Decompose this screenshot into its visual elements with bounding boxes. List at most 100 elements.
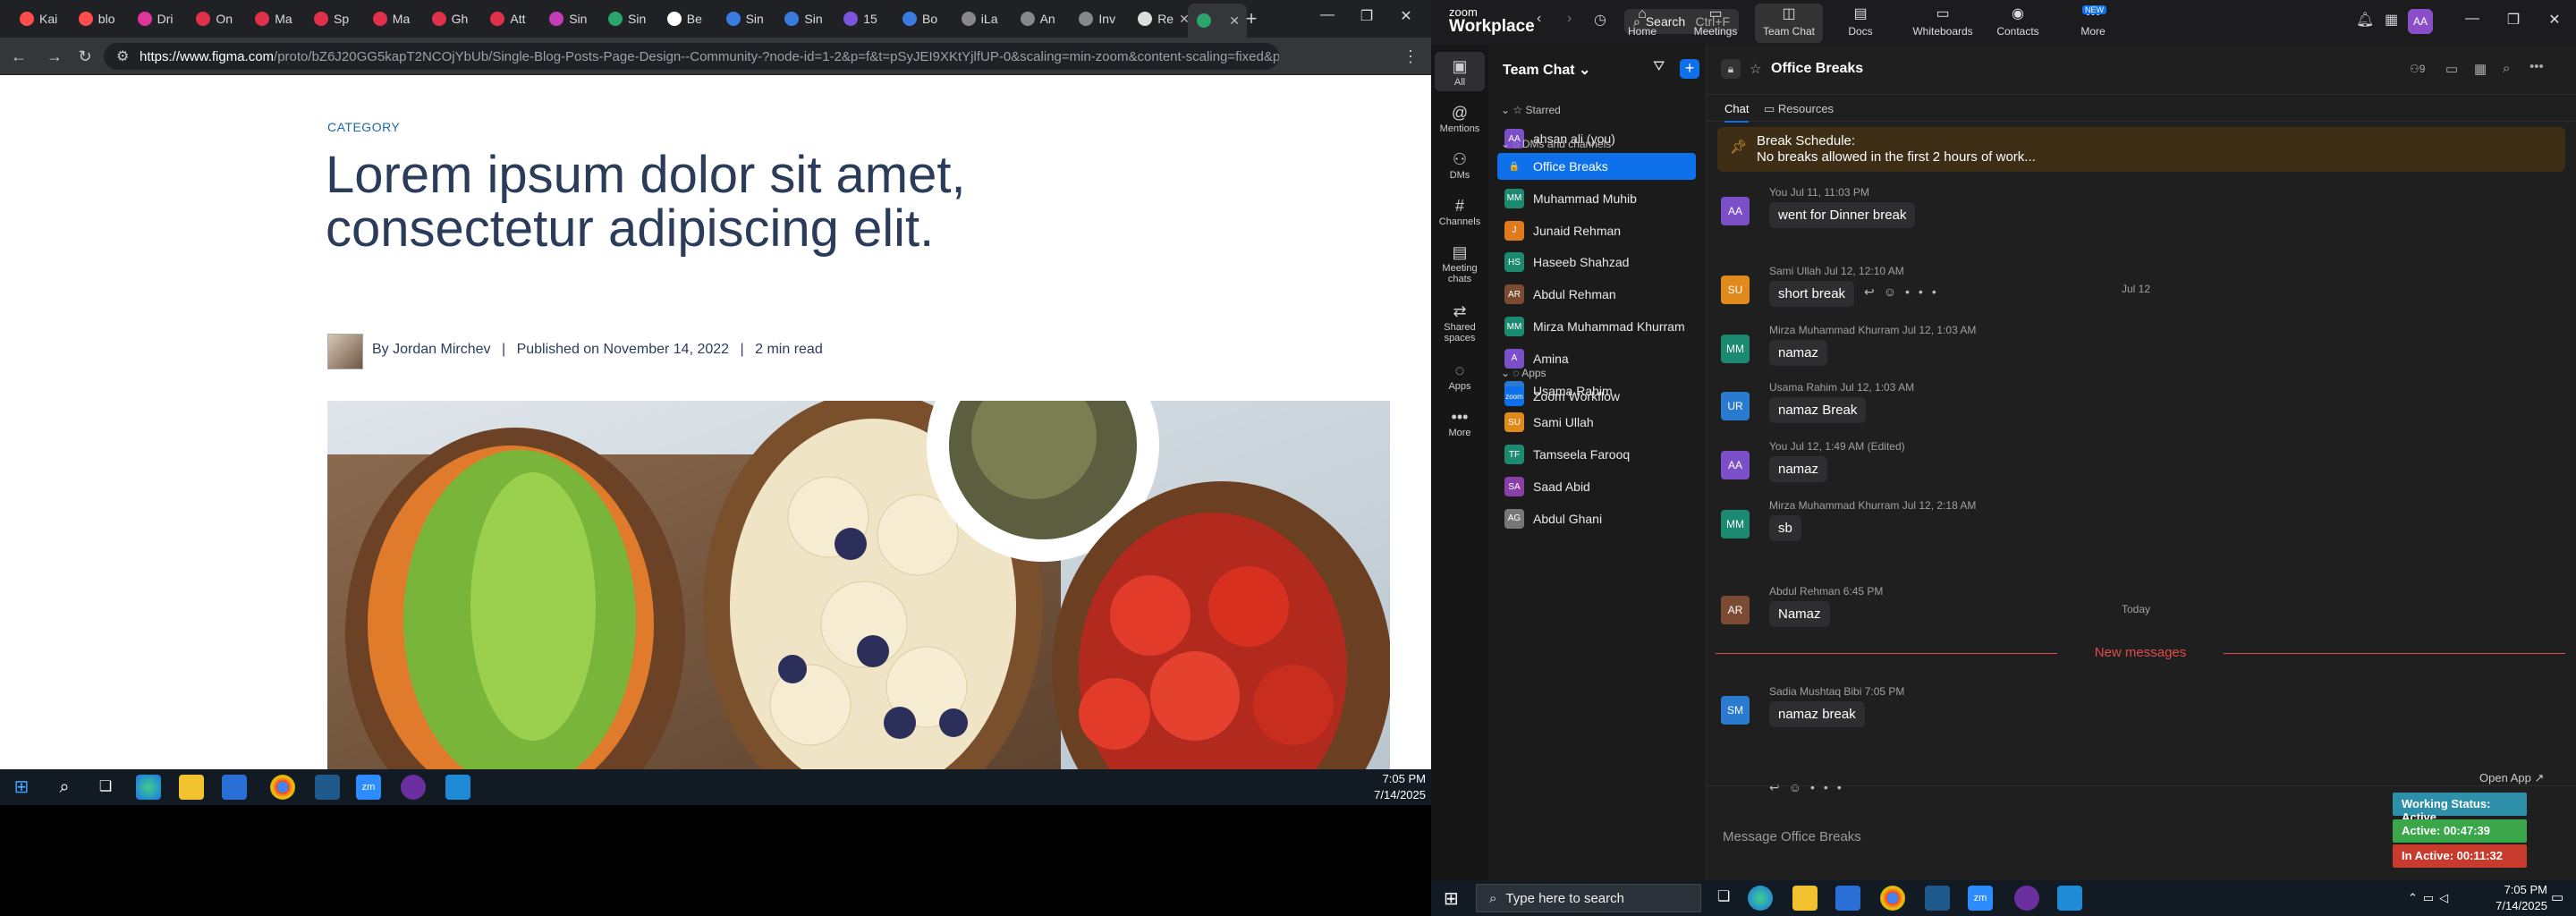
nav-whiteboards[interactable]: ▭ Whiteboards <box>1909 4 1977 43</box>
chrome-icon[interactable] <box>270 775 295 800</box>
browser-tab[interactable]: Sin <box>540 5 599 32</box>
message-text[interactable]: namaz Break <box>1769 397 1867 423</box>
star-icon[interactable]: ☆ <box>1750 61 1761 77</box>
back-icon[interactable]: ← <box>9 47 29 66</box>
browser-tab[interactable]: Ma <box>246 5 305 32</box>
new-chat-button[interactable]: + <box>1680 59 1699 79</box>
compose-placeholder[interactable]: Message Office Breaks <box>1723 829 1861 844</box>
windows-start-icon[interactable]: ⊞ <box>9 775 34 800</box>
dms-section[interactable]: ⌄ ◌ DMs and channels <box>1501 138 1611 150</box>
nav-contacts[interactable]: ◉ Contacts <box>1984 4 2052 43</box>
file-explorer-icon[interactable] <box>179 775 204 800</box>
browser-tab[interactable]: Kai <box>11 5 70 32</box>
bell-icon[interactable]: 🔔︎ <box>2356 11 2374 29</box>
filter-icon[interactable]: ⛛ <box>1653 59 1665 75</box>
browser-tab[interactable]: Inv <box>1070 5 1129 32</box>
chrome-menu-icon[interactable]: ⋮ <box>1401 47 1420 66</box>
chat-item[interactable]: MM Muhammad Muhib <box>1497 185 1696 212</box>
chat-item[interactable]: 🔒 Office Breaks <box>1497 153 1696 180</box>
taskbar-search[interactable]: ⌕ Type here to search <box>1476 884 1701 912</box>
system-tray-icons[interactable]: ⌃▭◁ <box>2408 891 2453 905</box>
browser-tab[interactable]: 15 <box>835 5 894 32</box>
chat-item[interactable]: AR Abdul Rehman <box>1497 281 1696 308</box>
browser-tab[interactable]: Ma <box>364 5 423 32</box>
browser-tab[interactable]: blo <box>70 5 129 32</box>
browser-tab[interactable]: Re ✕ <box>1129 5 1188 32</box>
forward-icon[interactable]: → <box>45 47 64 66</box>
close-window-icon[interactable]: ✕ <box>2537 11 2572 29</box>
calendar-icon[interactable]: ▦ <box>2474 61 2487 77</box>
search-icon[interactable]: ⌕ <box>2503 61 2510 76</box>
rail-more[interactable]: ••• More <box>1435 403 1485 442</box>
rail-meeting-chats[interactable]: ▤ Meeting chats <box>1435 238 1485 288</box>
rail-mentions[interactable]: @ Mentions <box>1435 98 1485 138</box>
rail-dms[interactable]: ⚇ DMs <box>1435 145 1485 184</box>
message-avatar[interactable]: MM <box>1721 510 1750 539</box>
minimize-icon[interactable]: — <box>2454 11 2490 27</box>
windows-start-icon[interactable]: ⊞ <box>1444 887 1459 910</box>
calendar-icon[interactable]: ▦ <box>2385 11 2398 29</box>
nav-more[interactable]: •••MoreNEW <box>2059 4 2127 43</box>
message-text[interactable]: namaz <box>1769 340 1828 366</box>
reload-icon[interactable]: ↻ <box>75 47 95 66</box>
store-icon[interactable] <box>222 775 247 800</box>
browser-tab[interactable]: On <box>187 5 246 32</box>
rail-shared-spaces[interactable]: ⇄ Shared spaces <box>1435 297 1485 347</box>
tab-chat[interactable]: Chat <box>1724 102 1750 123</box>
vscode-icon[interactable] <box>445 775 470 800</box>
user-avatar[interactable]: AA <box>2408 9 2433 34</box>
task-view-icon[interactable]: ❏ <box>1717 887 1730 905</box>
github-icon[interactable] <box>401 775 426 800</box>
site-info-icon[interactable]: ⚙ <box>116 47 129 65</box>
file-explorer-icon[interactable] <box>1792 886 1818 911</box>
address-bar[interactable]: ⚙ https://www.figma.com/proto/bZ6J20GG5k… <box>104 43 1279 70</box>
apps-section[interactable]: ⌄ ◌ Apps <box>1501 367 1546 379</box>
browser-tab[interactable]: Sp <box>305 5 364 32</box>
browser-tab[interactable]: Be <box>658 5 717 32</box>
forward-icon[interactable]: › <box>1567 11 1572 27</box>
zoom-taskbar-icon[interactable]: zm <box>1968 886 1993 911</box>
channel-title[interactable]: Office Breaks <box>1771 61 1863 77</box>
back-icon[interactable]: ‹ <box>1537 11 1541 27</box>
rail-channels[interactable]: # Channels <box>1435 191 1485 231</box>
post-category[interactable]: CATEGORY <box>327 120 400 134</box>
close-window-icon[interactable]: ✕ <box>1388 7 1424 25</box>
nav-home[interactable]: ⌂ Home <box>1608 4 1676 43</box>
message-avatar[interactable]: SM <box>1721 696 1750 725</box>
browser-tab[interactable]: Bo <box>894 5 953 32</box>
tab-resources[interactable]: ▭ Resources <box>1764 102 1834 116</box>
right-clock[interactable]: 7:05 PM 7/14/2025 <box>2483 882 2547 914</box>
starred-section[interactable]: ⌄ ☆ Starred <box>1501 104 1561 116</box>
message-avatar[interactable]: AA <box>1721 451 1750 479</box>
chat-item[interactable]: J Junaid Rehman <box>1497 217 1696 244</box>
browser-tab[interactable]: Sin <box>599 5 658 32</box>
message-text[interactable]: namaz break <box>1769 701 1865 727</box>
browser-tab[interactable]: iLa <box>953 5 1012 32</box>
github-icon[interactable] <box>2014 886 2039 911</box>
message-text[interactable]: namaz <box>1769 456 1828 482</box>
store-icon[interactable] <box>1835 886 1860 911</box>
browser-tab[interactable]: Sin <box>775 5 835 32</box>
notifications-icon[interactable]: ▭ <box>2551 889 2563 905</box>
browser-tab[interactable]: Sin <box>717 5 776 32</box>
browser-tab[interactable]: Att <box>481 5 540 32</box>
message-text[interactable]: Namaz <box>1769 601 1830 627</box>
new-tab-button[interactable]: + <box>1238 5 1265 32</box>
vscode-icon[interactable] <box>2057 886 2082 911</box>
chat-item[interactable]: SU Sami Ullah <box>1497 409 1696 436</box>
message-avatar[interactable]: SU <box>1721 276 1750 304</box>
more-icon[interactable]: ••• <box>2529 59 2544 74</box>
message-avatar[interactable]: UR <box>1721 392 1750 420</box>
message-text[interactable]: short break <box>1769 281 1855 307</box>
edge-icon[interactable] <box>136 775 161 800</box>
maximize-icon[interactable]: ❐ <box>1349 7 1385 25</box>
message-avatar[interactable]: AR <box>1721 596 1750 624</box>
chat-item[interactable]: SA Saad Abid <box>1497 473 1696 500</box>
rail-all[interactable]: ▣ All <box>1435 52 1485 91</box>
chat-item[interactable]: HS Haseeb Shahzad <box>1497 249 1696 276</box>
app-icon[interactable] <box>1925 886 1950 911</box>
message-text[interactable]: went for Dinner break <box>1769 202 1916 228</box>
chat-item[interactable]: TF Tamseela Farooq <box>1497 441 1696 468</box>
message-text[interactable]: sb <box>1769 515 1801 541</box>
chrome-icon[interactable] <box>1880 886 1905 911</box>
